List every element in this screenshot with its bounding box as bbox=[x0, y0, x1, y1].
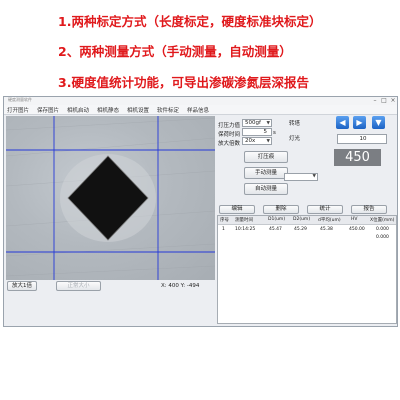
minimize-icon[interactable]: – bbox=[371, 98, 379, 104]
results-table[interactable]: 序号 测量时间 D1(um) D2(um) d平均(um) HV X位置(mm)… bbox=[217, 215, 397, 324]
cell-d1: 45.47 bbox=[269, 227, 282, 232]
dropdown-arrow-icon: ▼ bbox=[266, 121, 270, 126]
manual-measure-button[interactable]: 手动测量 bbox=[244, 167, 288, 179]
load-select[interactable]: 500gf ▼ bbox=[242, 119, 272, 127]
delete-button[interactable]: 删除 bbox=[263, 205, 299, 214]
cursor-coordinates: X: 400 Y: -494 bbox=[161, 283, 200, 289]
magnification-value: 20x bbox=[245, 138, 256, 144]
menu-save-image[interactable]: 保存图片 bbox=[37, 106, 59, 114]
cell-x-pos: 0.000 bbox=[376, 227, 389, 232]
menu-camera-static[interactable]: 相机静态 bbox=[97, 106, 119, 114]
statistics-button[interactable]: 统计 bbox=[307, 205, 343, 214]
menu-bar: 打开图片 保存图片 相机启动 相机静态 相机设置 软件标定 样品信息 bbox=[4, 105, 397, 115]
extra-select[interactable]: ▼ bbox=[284, 173, 318, 181]
col-d-avg: d平均(um) bbox=[318, 218, 341, 223]
indent-button[interactable]: 打压痕 bbox=[244, 151, 288, 163]
menu-open-image[interactable]: 打开图片 bbox=[7, 106, 29, 114]
light-input[interactable]: 10 bbox=[337, 134, 387, 144]
menu-camera-start[interactable]: 相机启动 bbox=[67, 106, 89, 114]
dwell-value: 5 bbox=[263, 129, 268, 135]
col-index: 序号 bbox=[220, 218, 229, 223]
cell-d-avg: 45.38 bbox=[320, 227, 333, 232]
move-down-icon[interactable]: ▼ bbox=[372, 116, 385, 129]
dropdown-arrow-icon: ▼ bbox=[266, 139, 270, 144]
close-icon[interactable]: × bbox=[389, 98, 397, 104]
load-label: 打压力值 bbox=[218, 123, 241, 129]
title-bar: 硬度测量软件 – □ × bbox=[4, 97, 397, 105]
window-title: 硬度测量软件 bbox=[8, 97, 32, 102]
dwell-label: 保荷时间 bbox=[218, 132, 241, 138]
feature-2: 2、两种测量方式（手动测量，自动测量） bbox=[58, 44, 292, 59]
col-x-pos: X位置(mm) bbox=[370, 218, 395, 223]
app-window: 硬度测量软件 – □ × 打开图片 保存图片 相机启动 相机静态 相机设置 软件… bbox=[3, 96, 398, 327]
image-viewer[interactable] bbox=[6, 116, 215, 280]
feature-3: 3.硬度值统计功能，可导出渗碳渗氮层深报告 bbox=[58, 75, 309, 90]
cell-d2: 45.29 bbox=[294, 227, 307, 232]
magnification-label: 放大倍数 bbox=[218, 141, 241, 147]
move-left-icon[interactable]: ◀ bbox=[336, 116, 349, 129]
move-right-icon[interactable]: ▶ bbox=[353, 116, 366, 129]
col-time: 测量时间 bbox=[235, 218, 253, 223]
dwell-unit: s bbox=[273, 130, 276, 136]
cell-index: 1 bbox=[222, 227, 225, 232]
col-hv: HV bbox=[351, 217, 358, 222]
maximize-icon[interactable]: □ bbox=[380, 98, 388, 104]
cell-x-pos: 0.000 bbox=[376, 235, 389, 240]
hv-display: 450 bbox=[334, 149, 381, 166]
turret-label: 转塔 bbox=[289, 121, 301, 127]
auto-measure-button[interactable]: 自动测量 bbox=[244, 183, 288, 195]
light-value: 10 bbox=[359, 136, 367, 142]
edit-button[interactable]: 编辑 bbox=[219, 205, 255, 214]
feature-1: 1.两种标定方式（长度标定，硬度标准块标定） bbox=[58, 14, 322, 29]
col-d2: D2(um) bbox=[293, 217, 311, 222]
magnification-select[interactable]: 20x ▼ bbox=[242, 137, 272, 145]
report-button[interactable]: 报告 bbox=[351, 205, 387, 214]
zoom-in-button[interactable]: 放大1倍 bbox=[7, 281, 37, 291]
original-size-button[interactable]: 正常大小 bbox=[56, 281, 101, 291]
hv-value: 450 bbox=[345, 150, 370, 165]
dwell-time-input[interactable]: 5 bbox=[242, 128, 272, 136]
cell-hv: 450.00 bbox=[349, 227, 365, 232]
menu-camera-settings[interactable]: 相机设置 bbox=[127, 106, 149, 114]
load-value: 500gf bbox=[245, 120, 261, 126]
cell-time: 10:14:25 bbox=[235, 227, 256, 232]
menu-sample-info[interactable]: 样品信息 bbox=[187, 106, 209, 114]
menu-calibration[interactable]: 软件标定 bbox=[157, 106, 179, 114]
col-d1: D1(um) bbox=[268, 217, 286, 222]
dropdown-arrow-icon: ▼ bbox=[312, 174, 316, 179]
light-label: 灯光 bbox=[289, 136, 301, 142]
